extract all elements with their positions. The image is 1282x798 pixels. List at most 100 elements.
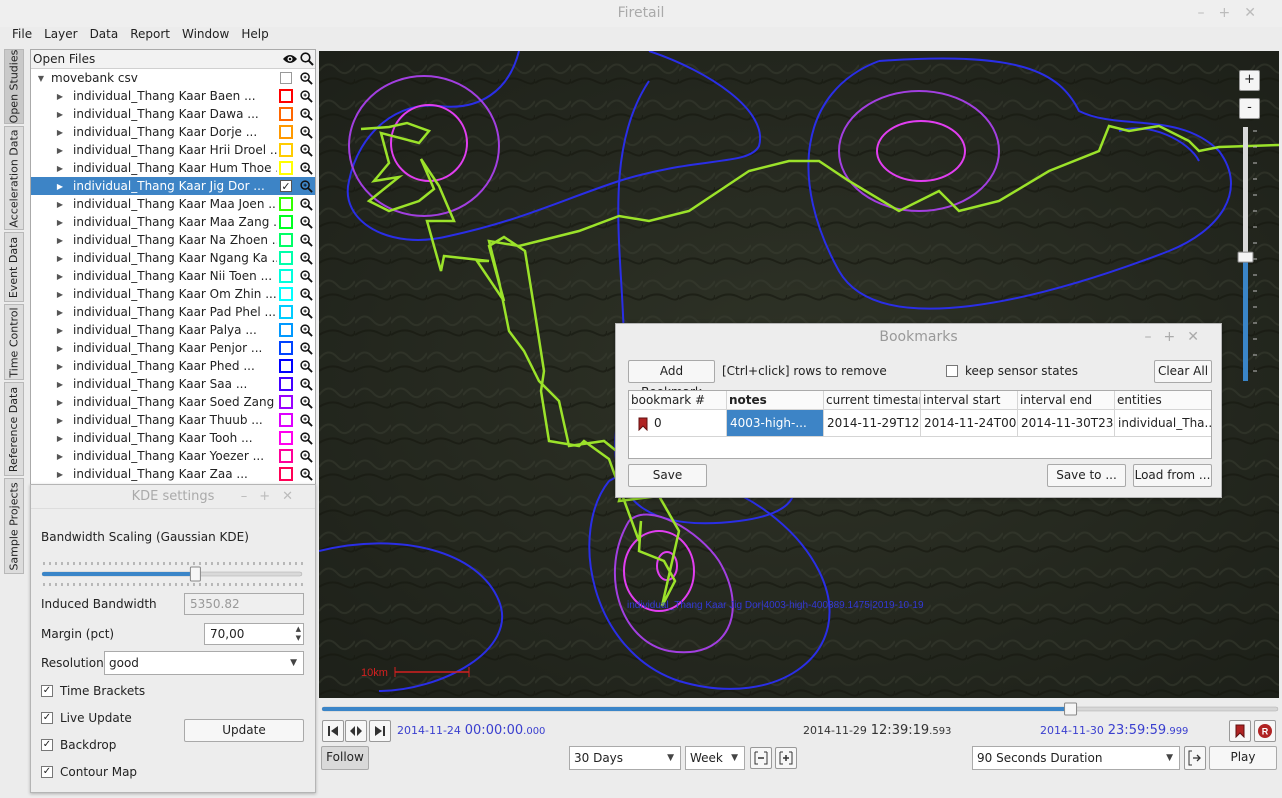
eye-icon[interactable] xyxy=(281,51,298,68)
layer-color-checkbox[interactable] xyxy=(277,448,295,464)
tree-item[interactable]: ▶ individual_Thang Kaar Yoezer ... xyxy=(31,447,315,465)
layer-color-checkbox[interactable] xyxy=(277,394,295,410)
menu-data[interactable]: Data xyxy=(84,27,125,49)
layer-color-checkbox[interactable] xyxy=(277,412,295,428)
zoom-to-layer-icon[interactable] xyxy=(297,88,315,104)
col-bookmark-num[interactable]: bookmark # xyxy=(629,391,727,410)
layer-color-checkbox[interactable] xyxy=(277,214,295,230)
tree-item[interactable]: ▶ individual_Thang Kaar Hum Thoe ... xyxy=(31,159,315,177)
zoom-to-layer-icon[interactable] xyxy=(297,448,315,464)
layer-color-checkbox[interactable] xyxy=(277,466,295,482)
expand-arrow-icon[interactable]: ▶ xyxy=(53,434,67,443)
expand-arrow-icon[interactable]: ▶ xyxy=(53,398,67,407)
zoom-to-layer-icon[interactable] xyxy=(297,358,315,374)
menu-file[interactable]: File xyxy=(6,27,38,49)
col-current-timestamp[interactable]: current timestamp xyxy=(824,391,921,410)
zoom-to-layer-icon[interactable] xyxy=(297,340,315,356)
zoom-to-layer-icon[interactable] xyxy=(297,376,315,392)
layer-color-checkbox[interactable] xyxy=(277,376,295,392)
keep-sensor-states-checkbox[interactable]: keep sensor states xyxy=(946,364,1078,378)
zoom-to-icon[interactable] xyxy=(298,51,315,68)
tree-item[interactable]: ▶ individual_Thang Kaar Saa ... xyxy=(31,375,315,393)
tree-item[interactable]: ▶ individual_Thang Kaar Penjor ... xyxy=(31,339,315,357)
tree-item[interactable]: ▶ individual_Thang Kaar Palya ... xyxy=(31,321,315,339)
save-to-button[interactable]: Save to ... xyxy=(1047,464,1126,487)
backdrop-checkbox[interactable]: ✓ Backdrop xyxy=(41,738,116,752)
layer-color-checkbox[interactable] xyxy=(277,250,295,266)
zoom-to-layer-icon[interactable] xyxy=(297,196,315,212)
layer-color-checkbox[interactable] xyxy=(277,88,295,104)
expand-arrow-icon[interactable]: ▶ xyxy=(53,254,67,263)
clear-all-button[interactable]: Clear All xyxy=(1154,360,1212,383)
tree-item[interactable]: ▶ individual_Thang Kaar Ngang Ka ... xyxy=(31,249,315,267)
zoom-out-button[interactable]: - xyxy=(1239,98,1260,119)
layer-color-checkbox[interactable] xyxy=(277,430,295,446)
zoom-to-layer-icon[interactable] xyxy=(297,124,315,140)
tree-item[interactable]: ▶ individual_Thang Kaar Tooh ... xyxy=(31,429,315,447)
bookmark-current-cell[interactable]: 2014-11-29T12... xyxy=(824,410,921,437)
expand-arrow-icon[interactable]: ▶ xyxy=(53,110,67,119)
follow-button[interactable]: Follow xyxy=(321,746,369,770)
tree-item[interactable]: ▶ individual_Thang Kaar Maa Zang ... xyxy=(31,213,315,231)
tab-time-control[interactable]: Time Control xyxy=(4,304,24,380)
expand-arrow-icon[interactable]: ▶ xyxy=(53,164,67,173)
zoom-to-layer-icon[interactable] xyxy=(297,106,315,122)
bookmark-start-cell[interactable]: 2014-11-24T00... xyxy=(921,410,1018,437)
zoom-to-layer-icon[interactable] xyxy=(297,232,315,248)
zoom-to-layer-icon[interactable] xyxy=(297,250,315,266)
root-zoom-icon[interactable] xyxy=(297,70,315,86)
zoom-to-layer-icon[interactable] xyxy=(297,214,315,230)
menu-report[interactable]: Report xyxy=(124,27,176,49)
bookmark-entities-cell[interactable]: individual_Tha... xyxy=(1115,410,1211,437)
tree-item[interactable]: ▶ individual_Thang Kaar Phed ... xyxy=(31,357,315,375)
expand-arrow-icon[interactable]: ▶ xyxy=(53,308,67,317)
root-visibility-checkbox[interactable] xyxy=(277,70,295,86)
skip-to-end-button[interactable] xyxy=(369,720,391,742)
layer-color-checkbox[interactable] xyxy=(277,268,295,284)
tree-root[interactable]: ▼ movebank csv xyxy=(31,69,315,87)
tree-item[interactable]: ▶ individual_Thang Kaar Nii Toen ... xyxy=(31,267,315,285)
bookmark-notes-cell[interactable]: 4003-high-... xyxy=(727,410,824,437)
tree-item[interactable]: ▶ individual_Thang Kaar Soed Zang ... xyxy=(31,393,315,411)
tree-item[interactable]: ▶ individual_Thang Kaar Dorje ... xyxy=(31,123,315,141)
zoom-to-layer-icon[interactable] xyxy=(297,430,315,446)
center-time-button[interactable] xyxy=(345,720,367,742)
time-window-select[interactable]: 30 Days ▼ xyxy=(569,746,681,770)
tab-event-data[interactable]: Event Data xyxy=(4,232,24,302)
window-controls[interactable]: –+✕ xyxy=(1198,0,1270,27)
menu-layer[interactable]: Layer xyxy=(38,27,83,49)
save-button[interactable]: Save xyxy=(628,464,707,487)
expand-arrow-icon[interactable]: ▶ xyxy=(53,200,67,209)
layer-color-checkbox[interactable]: ✓ xyxy=(277,178,295,194)
bandwidth-slider[interactable] xyxy=(41,561,303,587)
zoom-to-layer-icon[interactable] xyxy=(297,412,315,428)
expand-arrow-icon[interactable]: ▶ xyxy=(53,290,67,299)
expand-arrow-icon[interactable]: ▶ xyxy=(53,272,67,281)
play-button[interactable]: Play xyxy=(1209,746,1277,770)
skip-to-start-button[interactable] xyxy=(322,720,344,742)
contour-map-checkbox[interactable]: ✓ Contour Map xyxy=(41,765,137,779)
tree-item[interactable]: ▶ individual_Thang Kaar Baen ... xyxy=(31,87,315,105)
bookmarks-window-controls[interactable]: –+✕ xyxy=(1145,324,1211,351)
tree-item[interactable]: ▶ individual_Thang Kaar Hrii Droel ... xyxy=(31,141,315,159)
zoom-to-layer-icon[interactable] xyxy=(297,322,315,338)
tree-item[interactable]: ▶ individual_Thang Kaar Maa Joen ... xyxy=(31,195,315,213)
expand-arrow-icon[interactable]: ▶ xyxy=(53,128,67,137)
time-step-select[interactable]: Week ▼ xyxy=(685,746,745,770)
col-interval-start[interactable]: interval start xyxy=(921,391,1018,410)
export-button[interactable] xyxy=(1184,746,1206,770)
col-interval-end[interactable]: interval end xyxy=(1018,391,1115,410)
table-row[interactable]: 0 xyxy=(629,410,727,437)
expand-arrow-icon[interactable]: ▶ xyxy=(53,182,67,191)
menu-window[interactable]: Window xyxy=(176,27,235,49)
layer-color-checkbox[interactable] xyxy=(277,322,295,338)
layer-color-checkbox[interactable] xyxy=(277,160,295,176)
tree-item[interactable]: ▶ individual_Thang Kaar Dawa ... xyxy=(31,105,315,123)
tree-item[interactable]: ▶ individual_Thang Kaar Thuub ... xyxy=(31,411,315,429)
layer-color-checkbox[interactable] xyxy=(277,196,295,212)
expand-arrow-icon[interactable]: ▶ xyxy=(53,470,67,479)
expand-window-button[interactable] xyxy=(775,747,797,769)
zoom-handle[interactable] xyxy=(1237,251,1254,263)
tree-item[interactable]: ▶ individual_Thang Kaar Jig Dor ... ✓ xyxy=(31,177,315,195)
zoom-to-layer-icon[interactable] xyxy=(297,178,315,194)
